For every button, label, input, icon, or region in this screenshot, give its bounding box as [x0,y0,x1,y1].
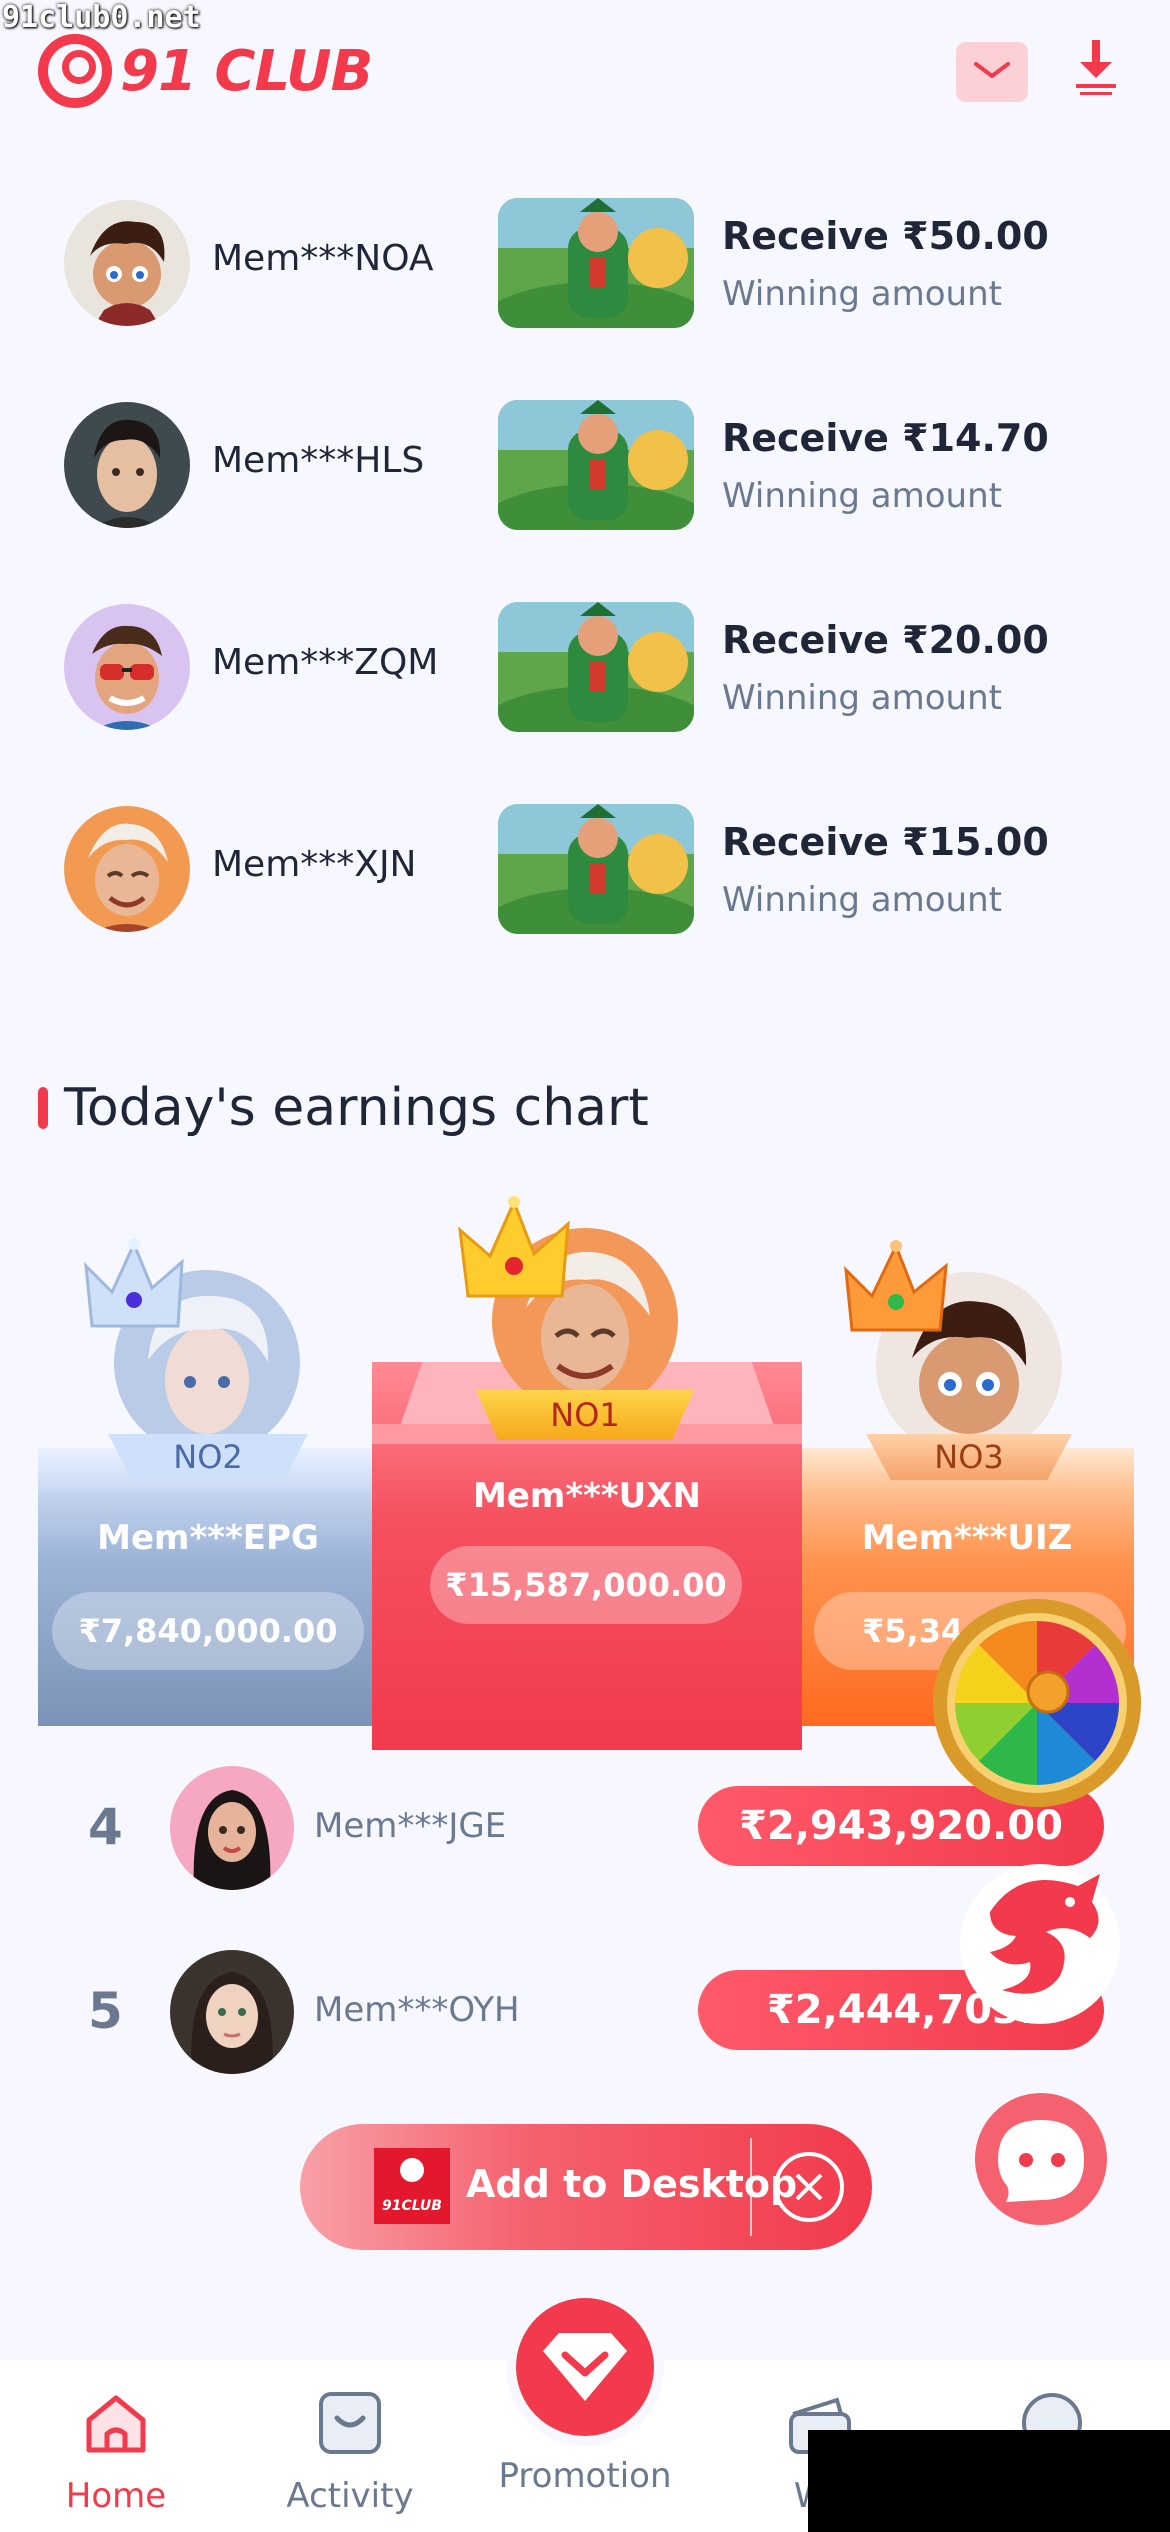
receive-amount: Receive ₹14.70 [722,416,1049,460]
winner-row[interactable]: Mem***HLS Receive ₹14.70 Winning amount [0,378,1170,538]
podium-first-name: Mem***UXN [473,1476,701,1516]
podium-third-name: Mem***UIZ [861,1518,1073,1558]
lucky-wheel-icon[interactable] [930,1596,1144,1810]
winner-row[interactable]: Mem***NOA Receive ₹50.00 Winning amount [0,176,1170,336]
mail-icon [974,62,1010,78]
rank-number: 4 [88,1798,123,1856]
badge-no3: NO3 [866,1434,1072,1480]
podium-second-name: Mem***EPG [97,1518,319,1558]
logo-text: 91 CLUB [120,38,373,104]
promotion-button[interactable] [506,2288,664,2446]
divider [750,2138,752,2236]
game-thumbnail [498,198,694,328]
game-thumbnail [498,602,694,732]
avatar [64,200,190,326]
avatar [64,402,190,528]
download-button[interactable] [1068,36,1124,100]
watermark: 91club0.net [2,0,201,35]
crown-icon [844,1240,948,1332]
mail-button[interactable] [956,42,1028,102]
game-thumbnail [498,400,694,530]
section-title: Today's earnings chart [38,1078,649,1138]
support-chat-icon[interactable] [972,2090,1110,2228]
nav-activity-label: Activity [286,2476,414,2516]
avatar [64,806,190,932]
receive-amount: Receive ₹15.00 [722,820,1049,864]
game-thumbnail [498,804,694,934]
app-logo-icon: 91CLUB [374,2148,450,2224]
podium-second-amount: ₹7,840,000.00 [52,1592,364,1670]
add-to-desktop-label[interactable]: Add to Desktop [466,2162,797,2206]
winning-amount-label: Winning amount [722,274,1002,314]
home-icon [86,2395,146,2453]
badge-no2: NO2 [108,1434,308,1480]
close-icon[interactable] [774,2152,844,2222]
winner-row[interactable]: Mem***XJN Receive ₹15.00 Winning amount [0,782,1170,942]
nav-promotion-label: Promotion [498,2456,672,2496]
winning-amount-label: Winning amount [722,476,1002,516]
diamond-icon [543,2333,627,2401]
avatar [170,1950,294,2074]
activity-icon [319,2392,381,2454]
receive-amount: Receive ₹20.00 [722,618,1049,662]
redaction-block [808,2430,1170,2532]
nav-home[interactable]: Home [16,2388,216,2516]
section-accent-bar [38,1087,48,1129]
avatar [170,1766,294,1890]
download-icon [1076,40,1116,95]
brand-logo[interactable]: 91 CLUB [38,34,373,108]
winner-name: Mem***XJN [212,844,417,885]
nav-promotion[interactable]: Promotion [485,2456,685,2496]
winning-amount-label: Winning amount [722,880,1002,920]
logo-icon [38,34,112,108]
winner-name: Mem***NOA [212,238,434,279]
earnings-chart-title: Today's earnings chart [64,1078,649,1138]
winner-row[interactable]: Mem***ZQM Receive ₹20.00 Winning amount [0,580,1170,740]
rank-name: Mem***OYH [314,1990,520,2030]
crown-icon [458,1196,570,1298]
podium-first-amount: ₹15,587,000.00 [430,1546,742,1624]
rank-number: 5 [88,1982,123,2040]
rank-name: Mem***JGE [314,1806,507,1846]
nav-activity[interactable]: Activity [250,2388,450,2516]
avatar [64,604,190,730]
winning-amount-label: Winning amount [722,678,1002,718]
winner-name: Mem***ZQM [212,642,439,683]
dragon-icon[interactable] [950,1852,1130,2032]
add-to-desktop-banner[interactable]: 91CLUB Add to Desktop [300,2124,872,2250]
crown-icon [84,1238,184,1328]
badge-no1: NO1 [476,1390,694,1440]
winner-name: Mem***HLS [212,440,425,481]
receive-amount: Receive ₹50.00 [722,214,1049,258]
nav-home-label: Home [65,2476,167,2516]
